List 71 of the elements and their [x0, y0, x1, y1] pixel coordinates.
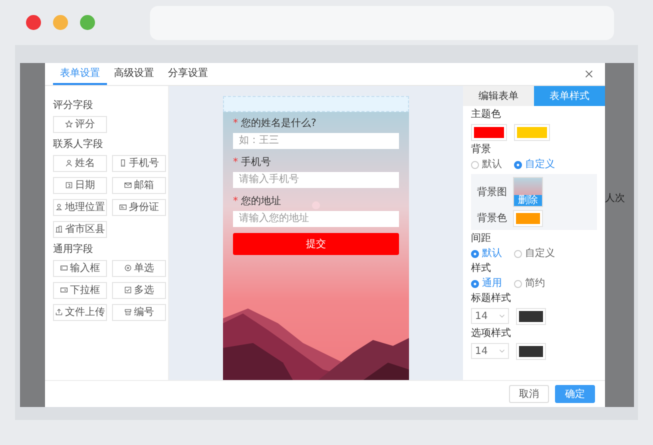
- font-size-select[interactable]: 14: [471, 343, 509, 360]
- group-heading: 评分字段: [53, 98, 94, 112]
- question-label: 您的地址: [241, 194, 281, 208]
- color-picker[interactable]: [516, 308, 546, 325]
- section-label: 标题样式: [471, 292, 512, 305]
- section-label: 间距: [471, 232, 492, 245]
- radio-option[interactable]: 简约: [514, 278, 545, 290]
- building-icon: [55, 225, 63, 234]
- section-label: 选项样式: [471, 328, 512, 340]
- input-field[interactable]: 请输入手机号: [233, 172, 399, 188]
- font-size-select[interactable]: 14: [471, 308, 509, 324]
- field-type-button[interactable]: 日期: [53, 176, 107, 194]
- input-field[interactable]: 请输入您的地址: [233, 210, 399, 227]
- section-label: 主题色: [471, 108, 502, 121]
- field-label: 背景色: [477, 212, 507, 226]
- color-picker[interactable]: [471, 124, 507, 141]
- field-type-button[interactable]: 单选: [112, 260, 166, 277]
- group-heading: 通用字段: [53, 242, 94, 256]
- field-type-button[interactable]: 下拉框: [53, 282, 107, 299]
- color-picker[interactable]: [516, 342, 546, 360]
- chevron-down-icon: [499, 314, 505, 318]
- chevron-down-icon: [499, 349, 505, 354]
- field-type-button[interactable]: 姓名: [53, 154, 107, 172]
- field-label: 背景图: [477, 186, 507, 199]
- id-card-icon: [119, 203, 127, 212]
- settings-tab[interactable]: 表单设置: [53, 63, 107, 85]
- question-label: 手机号: [241, 156, 271, 169]
- submit-button[interactable]: 提交: [233, 232, 399, 255]
- settings-tab[interactable]: 高级设置: [107, 63, 161, 85]
- tray-icon: [124, 308, 132, 316]
- section-label: 样式: [471, 262, 492, 275]
- person-icon: [65, 159, 73, 168]
- field-type-button[interactable]: 编号: [112, 304, 166, 321]
- cancel-button[interactable]: 取消: [509, 385, 549, 404]
- close-window-icon[interactable]: [26, 15, 41, 30]
- radio-option[interactable]: 自定义: [514, 248, 555, 260]
- section-label: 背景: [471, 144, 492, 156]
- color-picker[interactable]: [514, 124, 550, 141]
- field-type-button[interactable]: 身份证: [112, 198, 166, 216]
- field-type-button[interactable]: 省市区县: [53, 220, 107, 238]
- field-type-button[interactable]: 邮箱: [112, 176, 166, 194]
- required-asterisk: *: [233, 156, 238, 168]
- envelope-icon: [124, 181, 132, 190]
- star-icon: [65, 120, 73, 128]
- radio-option[interactable]: 默认: [471, 158, 502, 171]
- close-icon[interactable]: [585, 70, 593, 78]
- panel-tab[interactable]: 编辑表单: [463, 86, 534, 106]
- field-type-button[interactable]: 输入框: [53, 260, 107, 277]
- radio-icon: [124, 264, 132, 272]
- maximize-window-icon[interactable]: [80, 15, 95, 30]
- input-field[interactable]: 如：王三: [233, 132, 399, 149]
- field-type-button[interactable]: 文件上传: [53, 304, 107, 321]
- field-type-button[interactable]: 手机号: [112, 154, 166, 172]
- person-pin-icon: [55, 203, 63, 212]
- checkbox-icon: [124, 286, 132, 294]
- input-box-icon: [60, 264, 68, 272]
- question-label: 您的姓名是什么?: [241, 116, 316, 130]
- field-type-button[interactable]: 评分: [53, 116, 107, 133]
- backdrop-text: 人次: [605, 192, 625, 205]
- color-picker[interactable]: [513, 210, 543, 227]
- field-type-button[interactable]: 地理位置: [53, 198, 107, 216]
- dropdown-icon: [60, 286, 68, 294]
- required-asterisk: *: [233, 118, 238, 129]
- settings-tab[interactable]: 分享设置: [161, 63, 215, 85]
- calendar-icon: [65, 181, 73, 190]
- upload-icon: [55, 308, 63, 316]
- phone-icon: [119, 159, 127, 168]
- radio-option[interactable]: 默认: [471, 248, 502, 260]
- field-type-button[interactable]: 多选: [112, 282, 166, 299]
- group-heading: 联系人字段: [53, 138, 104, 151]
- required-asterisk: *: [233, 196, 238, 207]
